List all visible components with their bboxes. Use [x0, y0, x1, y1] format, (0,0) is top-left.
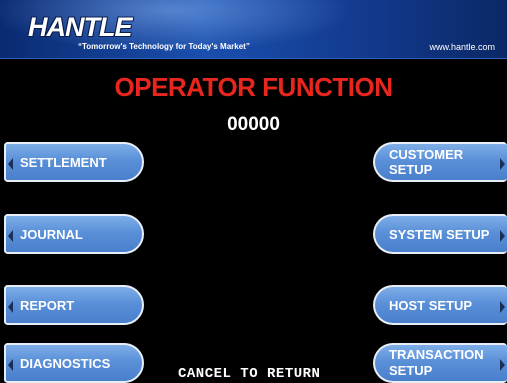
right-arrow-icon — [500, 301, 505, 313]
slogan: “Tomorrow's Technology for Today's Marke… — [78, 42, 250, 51]
hantle-logo: HANTLE — [28, 12, 132, 42]
diagnostics-label: DIAGNOSTICS — [20, 355, 111, 371]
report-label: REPORT — [20, 297, 75, 313]
header-banner: HANTLE “Tomorrow's Technology for Today'… — [0, 0, 507, 59]
journal-button[interactable]: JOURNAL — [4, 214, 144, 254]
right-arrow-icon — [500, 359, 505, 371]
page-title: OPERATOR FUNCTION — [114, 72, 393, 102]
transaction-setup-label: TRANSACTION SETUP — [389, 347, 484, 379]
settlement-button[interactable]: SETTLEMENT — [4, 142, 144, 182]
right-arrow-icon — [500, 158, 505, 170]
report-button[interactable]: REPORT — [4, 285, 144, 325]
transaction-setup-button[interactable]: TRANSACTION SETUP — [373, 343, 507, 383]
left-arrow-icon — [8, 359, 13, 371]
customer-setup-label: CUSTOMER SETUP — [389, 147, 464, 177]
right-arrow-icon — [500, 230, 505, 242]
left-arrow-icon — [8, 158, 13, 170]
system-setup-label: SYSTEM SETUP — [389, 226, 490, 242]
website-url: www.hantle.com — [429, 42, 495, 52]
journal-label: JOURNAL — [20, 226, 83, 242]
transaction-setup-line2: SETUP — [389, 363, 433, 378]
left-arrow-icon — [8, 230, 13, 242]
host-setup-label: HOST SETUP — [389, 297, 473, 313]
transaction-setup-line1: TRANSACTION — [389, 347, 484, 362]
left-arrow-icon — [8, 301, 13, 313]
settlement-label: SETTLEMENT — [20, 154, 107, 170]
system-setup-button[interactable]: SYSTEM SETUP — [373, 214, 507, 254]
diagnostics-button[interactable]: DIAGNOSTICS — [4, 343, 144, 383]
cancel-instruction: CANCEL TO RETURN — [178, 366, 321, 382]
operator-code: 00000 — [227, 114, 280, 135]
host-setup-button[interactable]: HOST SETUP — [373, 285, 507, 325]
customer-setup-button[interactable]: CUSTOMER SETUP — [373, 142, 507, 182]
